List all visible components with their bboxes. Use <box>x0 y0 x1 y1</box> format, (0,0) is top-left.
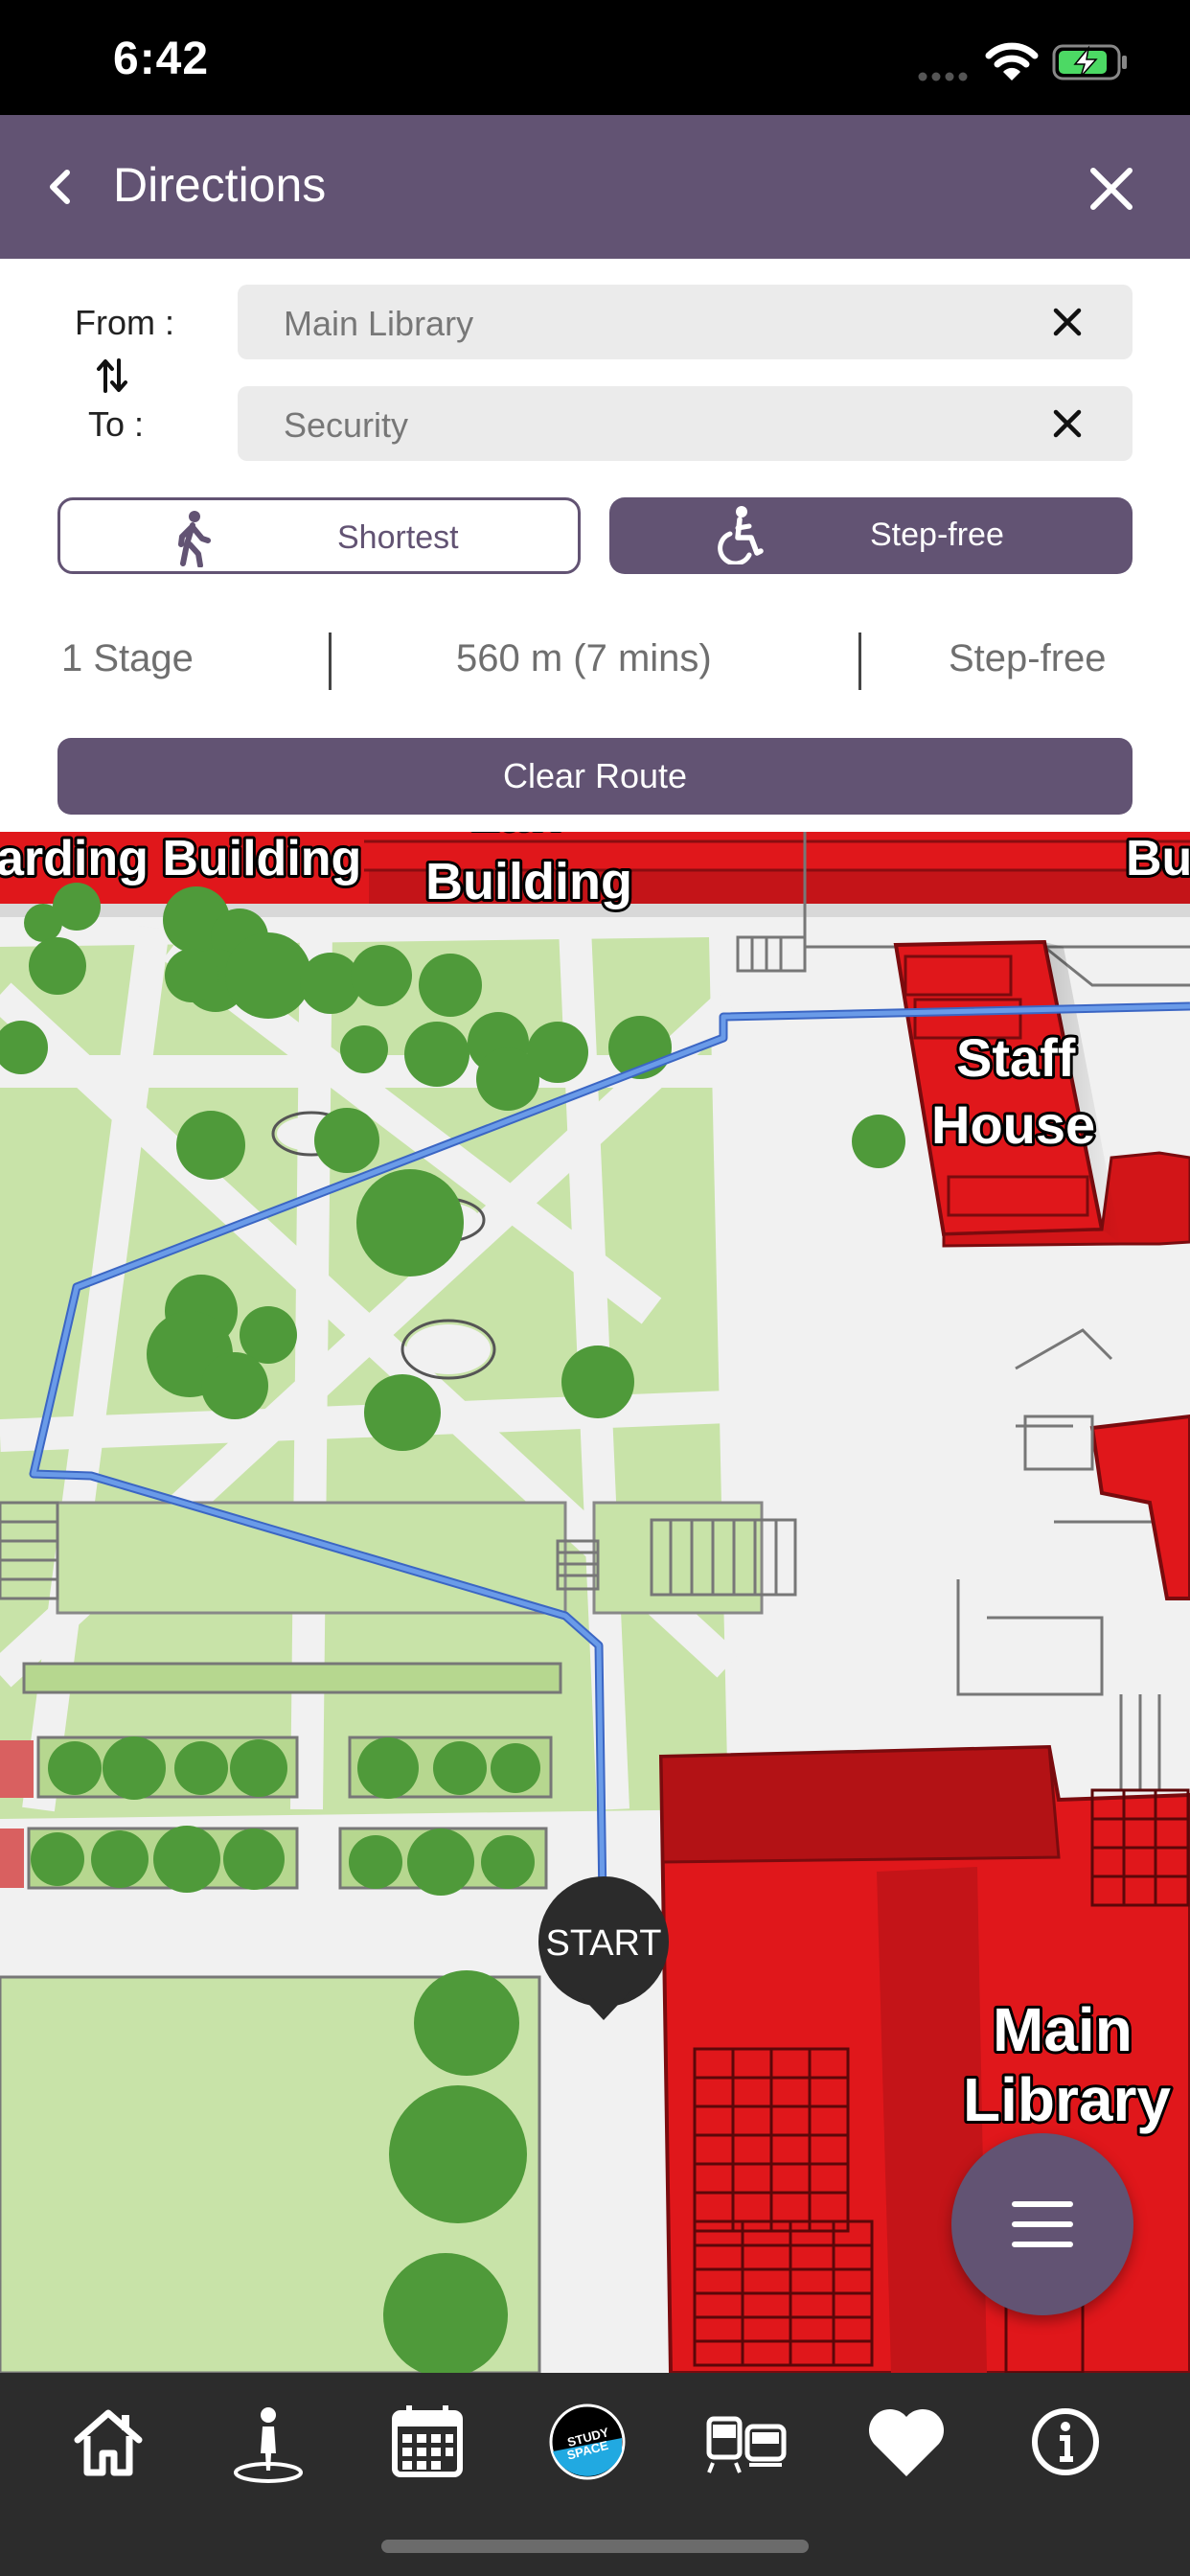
page-title: Directions <box>113 158 327 212</box>
heart-icon[interactable] <box>858 2394 954 2490</box>
navigation-header: Directions <box>0 115 1190 259</box>
map-label-house: House <box>931 1094 1095 1155</box>
walking-icon <box>178 511 211 567</box>
wifi-icon <box>985 42 1039 80</box>
back-arrow-icon[interactable] <box>29 153 96 220</box>
bottom-tab-bar: STUDY SPACE <box>0 2373 1190 2576</box>
summary-divider <box>858 632 861 690</box>
from-input[interactable]: Main Library <box>238 285 1133 359</box>
clear-to-icon[interactable] <box>1050 406 1085 441</box>
clear-route-button[interactable]: Clear Route <box>57 738 1133 815</box>
battery-icon <box>1052 44 1127 80</box>
start-marker-label: START <box>545 1923 661 1964</box>
shortest-label: Shortest <box>337 519 459 556</box>
step-free-route-button[interactable]: Step-free <box>609 497 1133 574</box>
step-free-label: Step-free <box>870 517 1004 553</box>
map-label-staff: Staff <box>956 1027 1076 1088</box>
pedestrian-location-icon[interactable] <box>220 2394 316 2490</box>
map-label-harding-building: arding Building <box>0 832 361 886</box>
from-label: From : <box>75 303 174 342</box>
from-input-value: Main Library <box>284 304 474 343</box>
accessible-icon <box>718 506 764 564</box>
home-indicator <box>381 2540 809 2553</box>
status-time: 6:42 <box>113 34 210 84</box>
study-space-icon[interactable]: STUDY SPACE <box>539 2394 635 2490</box>
map-label-law: Law <box>469 832 567 841</box>
info-icon[interactable] <box>1018 2394 1113 2490</box>
calendar-icon[interactable] <box>379 2394 475 2490</box>
home-icon[interactable] <box>60 2394 156 2490</box>
map-menu-button[interactable] <box>951 2133 1133 2315</box>
to-input-value: Security <box>284 405 409 445</box>
map-label-bu: Bu <box>1126 832 1190 886</box>
summary-divider <box>329 632 332 690</box>
map-label-library: Library <box>963 2065 1171 2134</box>
shortest-route-button[interactable]: Shortest <box>57 497 581 574</box>
signal-icon <box>918 72 968 81</box>
to-input[interactable]: Security <box>238 386 1133 461</box>
map-label-law-building: Building <box>425 853 632 910</box>
route-distance: 560 m (7 mins) <box>456 637 712 679</box>
swap-icon[interactable] <box>96 356 128 395</box>
status-bar: 6:42 <box>0 0 1190 115</box>
map-label-main: Main <box>993 1995 1133 2064</box>
clear-from-icon[interactable] <box>1050 305 1085 339</box>
transport-icon[interactable] <box>699 2394 795 2490</box>
close-icon[interactable] <box>1078 155 1145 222</box>
to-label: To : <box>88 404 145 444</box>
route-stages: 1 Stage <box>61 637 194 679</box>
route-type: Step-free <box>949 637 1107 679</box>
menu-icon <box>1012 2201 1073 2247</box>
